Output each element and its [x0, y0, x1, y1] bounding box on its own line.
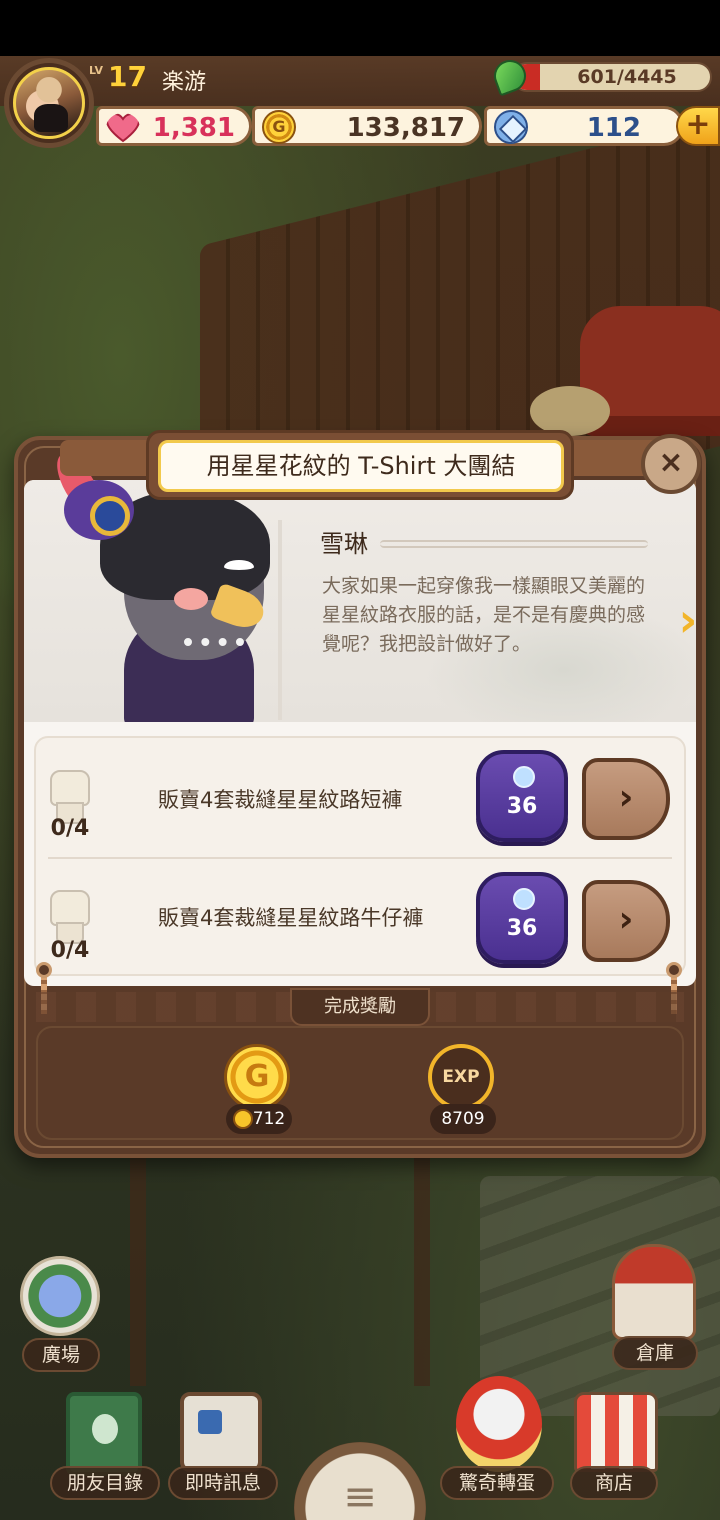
nav-gacha[interactable]: 驚奇轉蛋: [440, 1466, 554, 1500]
task-go-button[interactable]: ›: [582, 880, 670, 962]
avatar[interactable]: [13, 67, 85, 139]
add-gems-button[interactable]: +: [676, 106, 720, 146]
gems-value: 112: [586, 113, 641, 143]
gold-coin-icon: G: [224, 1044, 290, 1110]
speech-divider: [278, 520, 282, 720]
task-gem-reward[interactable]: 36: [476, 872, 568, 964]
nav-plaza[interactable]: 廣場: [22, 1338, 100, 1372]
quest-title: 用星星花紋的 T-Shirt 大團結: [158, 440, 564, 492]
energy-value: 601/4445: [577, 66, 677, 88]
task-progress: 0/4: [50, 938, 90, 963]
jeans-item-icon: [42, 886, 98, 946]
level-number: 17: [108, 60, 147, 93]
exp-icon: EXP: [428, 1044, 494, 1110]
npc-dialogue: 大家如果一起穿像我一樣顯眼又美麗的星星紋路衣服的話，是不是有慶典的感覺呢？我把設…: [322, 575, 646, 655]
shop-icon[interactable]: [574, 1392, 658, 1472]
nav-shop[interactable]: 商店: [570, 1466, 658, 1500]
gem-icon: [494, 110, 528, 144]
heart-icon: [106, 113, 140, 143]
nav-warehouse[interactable]: 倉庫: [612, 1336, 698, 1370]
messages-icon[interactable]: [180, 1392, 262, 1472]
completion-reward-label: 完成獎勵: [290, 988, 430, 1026]
plaza-icon[interactable]: [20, 1256, 100, 1336]
energy-bar[interactable]: 601/4445: [512, 62, 712, 92]
task-progress: 0/4: [50, 816, 90, 841]
coins-value: 133,817: [346, 113, 465, 143]
exp-reward-amount: 8709: [430, 1104, 496, 1134]
small-coin-icon: [233, 1109, 253, 1129]
task-label: 販賣4套裁縫星星紋路牛仔褲: [158, 906, 424, 930]
task-label: 販賣4套裁縫星星紋路短褲: [158, 788, 403, 812]
completion-reward-box: [36, 1026, 684, 1140]
warehouse-icon[interactable]: [612, 1244, 696, 1340]
task-reward-value: 36: [506, 916, 538, 941]
coin-icon: G: [262, 110, 296, 144]
task-go-button[interactable]: ›: [582, 758, 670, 840]
task-divider: [48, 857, 672, 859]
close-button[interactable]: ×: [641, 434, 701, 494]
player-name: 楽游: [162, 70, 207, 95]
gem-icon: [513, 888, 535, 910]
name-ornament: [380, 540, 648, 548]
hearts-value: 1,381: [152, 113, 235, 143]
gem-icon: [513, 766, 535, 788]
friends-book-icon[interactable]: [66, 1392, 142, 1476]
nav-messages[interactable]: 即時訊息: [168, 1466, 278, 1500]
gacha-machine-icon[interactable]: [456, 1376, 542, 1472]
pin: [666, 962, 682, 978]
pin: [36, 962, 52, 978]
npc-name: 雪琳: [320, 530, 368, 558]
level-label: LV: [89, 64, 104, 77]
scene-wooden-structure: [130, 1136, 430, 1386]
task-reward-value: 36: [506, 794, 538, 819]
scene-table: [530, 386, 610, 436]
nav-friends[interactable]: 朋友目錄: [50, 1466, 160, 1500]
status-strip: [0, 0, 720, 56]
task-gem-reward[interactable]: 36: [476, 750, 568, 842]
next-dialogue-arrow[interactable]: ›: [668, 594, 708, 646]
